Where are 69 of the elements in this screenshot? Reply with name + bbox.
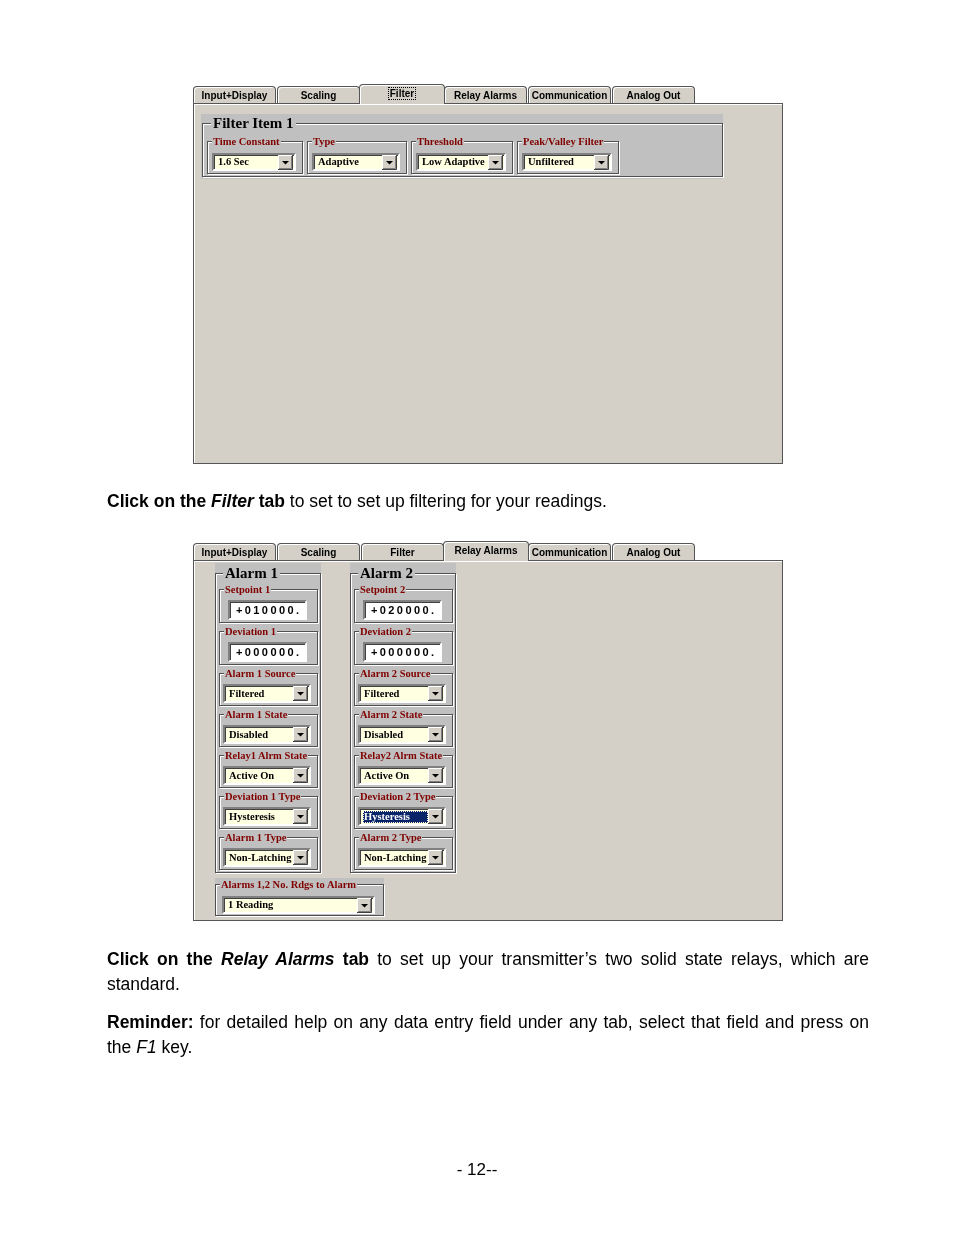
- tab[interactable]: Scaling: [277, 86, 360, 103]
- dropdown-field[interactable]: Filtered: [223, 684, 311, 703]
- dropdown-field[interactable]: Active On: [358, 766, 446, 785]
- number-input[interactable]: +010000.: [228, 600, 307, 620]
- dropdown-arrow-icon[interactable]: [488, 154, 503, 170]
- dropdown-arrow-icon[interactable]: [293, 768, 308, 783]
- field-label: Alarm 2 State: [359, 708, 424, 721]
- dropdown-field[interactable]: 1 Reading: [222, 896, 375, 914]
- field-label: Peak/Valley Filter: [522, 135, 605, 148]
- dropdown-field[interactable]: Hysteresis: [358, 807, 446, 826]
- field-label: Deviation 1: [224, 625, 278, 638]
- field-label: Relay1 Alrm State: [224, 749, 309, 762]
- tab[interactable]: Analog Out: [612, 543, 695, 560]
- field-label: Setpoint 1: [224, 583, 272, 596]
- dropdown-arrow-icon[interactable]: [293, 809, 308, 824]
- field-label: Alarm 2 Source: [359, 667, 432, 680]
- dropdown-arrow-icon[interactable]: [428, 686, 443, 701]
- field-label: Alarm 1 Source: [224, 667, 297, 680]
- dropdown-field[interactable]: Unfiltered: [522, 153, 612, 171]
- dropdown-field[interactable]: Filtered: [358, 684, 446, 703]
- tab[interactable]: Input+Display: [193, 86, 276, 103]
- dropdown-field[interactable]: Non-Latching: [223, 848, 311, 867]
- tab[interactable]: Relay Alarms: [443, 541, 529, 561]
- dropdown-field[interactable]: Disabled: [358, 725, 446, 744]
- dropdown-field[interactable]: Non-Latching: [358, 848, 446, 867]
- number-input[interactable]: +020000.: [363, 600, 442, 620]
- tab[interactable]: Scaling: [277, 543, 360, 560]
- number-input[interactable]: +000000.: [363, 642, 442, 662]
- field-label: Setpoint 2: [359, 583, 407, 596]
- dropdown-arrow-icon[interactable]: [428, 809, 443, 824]
- field-label: Relay2 Alrm State: [359, 749, 444, 762]
- field-label: Type: [312, 135, 336, 148]
- dropdown-arrow-icon[interactable]: [428, 850, 443, 865]
- field-label: Deviation 1 Type: [224, 790, 302, 803]
- reminder-text: Reminder: for detailed help on any data entry field under any tab, select that field and press on the F1 key.: [107, 1011, 869, 1059]
- field-label: Threshold: [416, 135, 464, 148]
- dropdown-arrow-icon[interactable]: [428, 768, 443, 783]
- dropdown-arrow-icon[interactable]: [293, 686, 308, 701]
- dropdown-field[interactable]: Disabled: [223, 725, 311, 744]
- dropdown-field[interactable]: 1.6 Sec: [212, 153, 296, 171]
- field-label: Deviation 2: [359, 625, 413, 638]
- tab[interactable]: Relay Alarms: [444, 86, 527, 103]
- field-label: Alarm 1 State: [224, 708, 289, 721]
- tab[interactable]: Communication: [528, 86, 611, 103]
- dropdown-arrow-icon[interactable]: [594, 154, 609, 170]
- dropdown-arrow-icon[interactable]: [293, 850, 308, 865]
- dropdown-field[interactable]: Adaptive: [312, 153, 400, 171]
- dropdown-arrow-icon[interactable]: [428, 727, 443, 742]
- tab[interactable]: Filter: [359, 84, 445, 104]
- field-label: Time Constant: [212, 135, 281, 148]
- field-label: Alarms 1,2 No. Rdgs to Alarm: [220, 878, 358, 891]
- dropdown-arrow-icon[interactable]: [382, 154, 397, 170]
- page-number: - 12--: [456, 1160, 498, 1180]
- dropdown-arrow-icon[interactable]: [357, 897, 372, 913]
- dropdown-arrow-icon[interactable]: [293, 727, 308, 742]
- dropdown-field[interactable]: Hysteresis: [223, 807, 311, 826]
- caption-text: Click on the Relay Alarms tab to set up your transmitter’s two solid state relays, which are standard.: [107, 948, 869, 996]
- tab[interactable]: Analog Out: [612, 86, 695, 103]
- field-label: Alarm 1 Type: [224, 831, 288, 844]
- number-input[interactable]: +000000.: [228, 642, 307, 662]
- dropdown-field[interactable]: Low Adaptive: [416, 153, 506, 171]
- tab[interactable]: Input+Display: [193, 543, 276, 560]
- dropdown-field[interactable]: Active On: [223, 766, 311, 785]
- field-label: Deviation 2 Type: [359, 790, 437, 803]
- dropdown-arrow-icon[interactable]: [278, 154, 293, 170]
- tab[interactable]: Filter: [361, 543, 444, 560]
- field-label: Alarm 2 Type: [359, 831, 423, 844]
- tab[interactable]: Communication: [528, 543, 611, 560]
- caption-text: Click on the Filter tab to set to set up filtering for your readings.: [107, 490, 608, 513]
